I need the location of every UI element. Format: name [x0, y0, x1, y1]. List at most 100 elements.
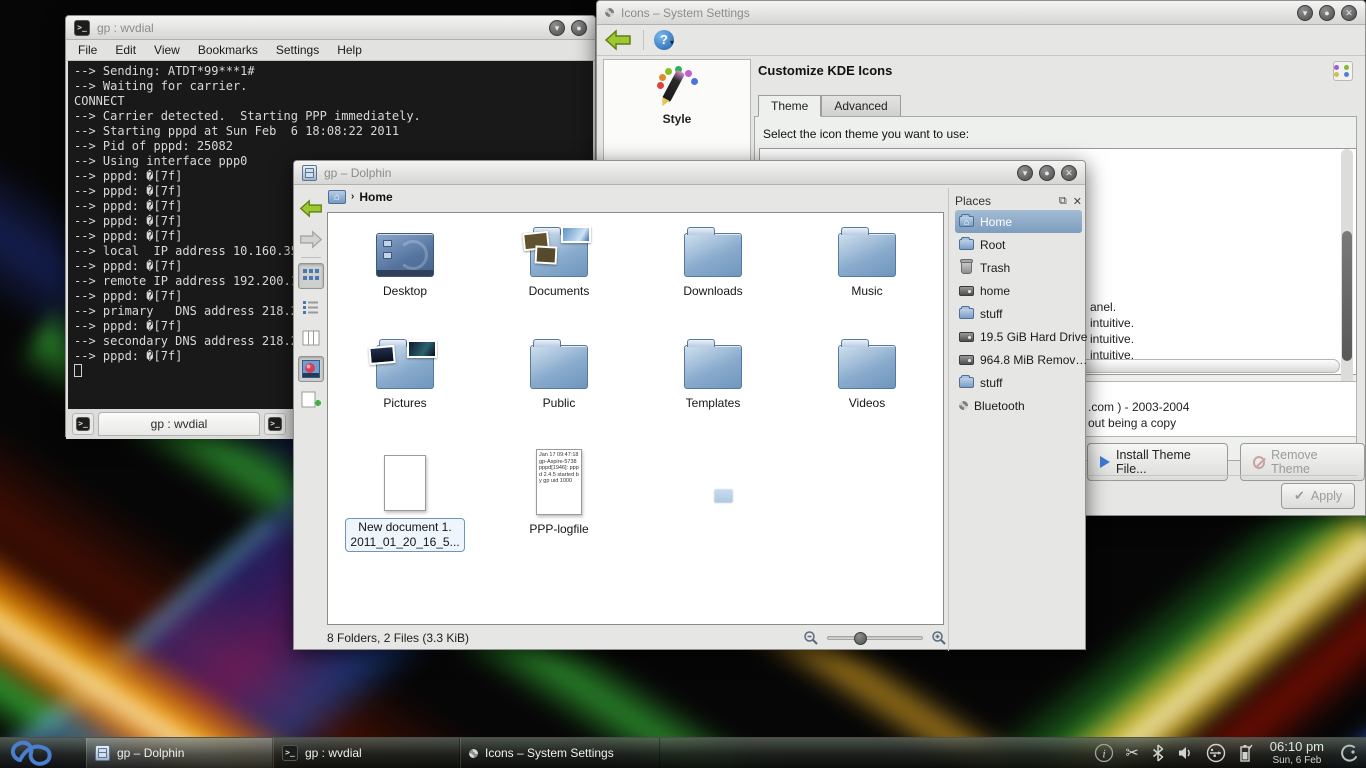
tab-theme[interactable]: Theme [758, 95, 821, 117]
home-folder-icon: ⌂ [959, 216, 974, 227]
menu-settings[interactable]: Settings [276, 43, 319, 57]
split-view-button[interactable] [298, 387, 324, 413]
task-dolphin[interactable]: gp – Dolphin [86, 738, 273, 768]
back-button[interactable] [603, 28, 633, 52]
menu-edit[interactable]: Edit [115, 43, 136, 57]
panel-toolbox[interactable] [1341, 744, 1362, 762]
task-system-settings[interactable]: Icons – System Settings [460, 738, 660, 768]
menu-bookmarks[interactable]: Bookmarks [198, 43, 258, 57]
close-icon[interactable]: ✕ [1341, 5, 1357, 21]
places-item-hard-drive[interactable]: 19.5 GiB Hard Drive [955, 325, 1082, 348]
columns-view-icon [302, 329, 320, 347]
folder-item-public[interactable]: Public [489, 337, 629, 449]
battery-icon[interactable] [1237, 743, 1253, 763]
sidebar-item-style-label: Style [663, 112, 692, 126]
file-item-new-document[interactable]: New document 1. 2011_01_20_16_5... [335, 449, 475, 561]
system-settings-titlebar[interactable]: Icons – System Settings ▾ ● ✕ [597, 1, 1365, 25]
status-text: 8 Folders, 2 Files (3.3 KiB) [327, 631, 469, 645]
dolphin-title: gp – Dolphin [324, 166, 391, 180]
places-item-home[interactable]: ⌂ Home [955, 210, 1082, 233]
terminal-line: --> Sending: ATDT*99***1# [74, 64, 587, 79]
close-panel-icon[interactable]: ✕ [1073, 195, 1082, 208]
minimize-icon[interactable]: ▾ [1297, 5, 1313, 21]
svg-text:i: i [1103, 747, 1106, 761]
places-item-stuff-2[interactable]: stuff [955, 371, 1082, 394]
forward-button[interactable] [298, 226, 324, 252]
tab-advanced[interactable]: Advanced [821, 95, 900, 117]
toolbar-separator [301, 257, 321, 258]
places-panel: Places ⧉ ✕ ⌂ Home Root Trash home [948, 188, 1086, 651]
dolphin-file-view[interactable]: Desktop Documents Downloads Mu [327, 212, 944, 625]
panel-cashew-icon [1341, 744, 1359, 762]
maximize-icon[interactable]: ● [1039, 165, 1055, 181]
zoom-controls [803, 630, 947, 646]
places-item-trash[interactable]: Trash [955, 256, 1082, 279]
terminal-cursor [74, 364, 82, 377]
file-label-selected: New document 1. 2011_01_20_16_5... [345, 518, 464, 552]
usb-device-icon[interactable] [1206, 743, 1226, 763]
apply-button[interactable]: ✔ Apply [1281, 483, 1355, 509]
menu-help[interactable]: Help [337, 43, 362, 57]
terminal-icon: >_ [268, 417, 282, 431]
folder-item-desktop[interactable]: Desktop [335, 225, 475, 337]
sidebar-item-style[interactable]: Style [604, 60, 750, 126]
dolphin-toolbar [296, 195, 326, 413]
maximize-icon[interactable]: ● [571, 20, 587, 36]
folder-item-videos[interactable]: Videos [797, 337, 937, 449]
folder-item-documents[interactable]: Documents [489, 225, 629, 337]
gear-icon [959, 401, 968, 410]
preview-button[interactable] [298, 356, 324, 382]
dolphin-titlebar[interactable]: gp – Dolphin ▾ ● ✕ [294, 161, 1085, 185]
maximize-icon[interactable]: ● [1319, 5, 1335, 21]
float-panel-icon[interactable]: ⧉ [1059, 195, 1067, 208]
minimize-icon[interactable]: ▾ [549, 20, 565, 36]
folder-icon [959, 239, 974, 250]
places-item-stuff[interactable]: stuff [955, 302, 1082, 325]
places-item-removable[interactable]: 964.8 MiB Remov… [955, 348, 1082, 371]
volume-icon[interactable] [1177, 745, 1195, 761]
details-view-button[interactable] [298, 294, 324, 320]
folder-item-pictures[interactable]: Pictures [335, 337, 475, 449]
zoom-slider-track[interactable] [827, 636, 923, 640]
info-icon[interactable]: i [1094, 743, 1114, 763]
folder-item-downloads[interactable]: Downloads [643, 225, 783, 337]
bluetooth-icon[interactable] [1150, 744, 1166, 762]
close-icon[interactable]: ✕ [1061, 165, 1077, 181]
zoom-out-icon[interactable] [803, 630, 819, 646]
system-settings-title: Icons – System Settings [621, 6, 750, 20]
places-item-bluetooth[interactable]: Bluetooth [955, 394, 1082, 417]
folder-label: Documents [529, 284, 590, 298]
terminal-window-buttons: ▾ ● [549, 20, 587, 36]
terminal-tab-2[interactable]: >_ [264, 413, 286, 435]
zoom-slider-handle[interactable] [854, 632, 867, 645]
minimize-icon[interactable]: ▾ [1017, 165, 1033, 181]
places-item-root[interactable]: Root [955, 233, 1082, 256]
breadcrumb-home[interactable]: Home [359, 190, 392, 204]
terminal-line: --> Carrier detected. Starting PPP immed… [74, 109, 587, 124]
back-button[interactable] [298, 195, 324, 221]
folder-item-music[interactable]: Music [797, 225, 937, 337]
columns-view-button[interactable] [298, 325, 324, 351]
menu-view[interactable]: View [154, 43, 180, 57]
task-label: gp – Dolphin [117, 746, 184, 760]
menu-file[interactable]: File [78, 43, 97, 57]
scrollbar-thumb[interactable] [1342, 231, 1352, 361]
help-button[interactable]: ? ▾ [654, 30, 674, 50]
overview-grid-icon[interactable] [1333, 61, 1353, 81]
terminal-tab-active[interactable]: gp : wvdial [98, 412, 260, 436]
task-wvdial[interactable]: >_ gp : wvdial [273, 738, 460, 768]
terminal-icon: >_ [74, 20, 90, 36]
folder-item-templates[interactable]: Templates [643, 337, 783, 449]
zoom-in-icon[interactable] [931, 630, 947, 646]
desktop-folder-decoration [383, 240, 392, 247]
new-tab-button[interactable]: >_ [72, 413, 94, 435]
file-label-line1: New document 1. [358, 520, 451, 534]
klipper-scissors-icon[interactable]: ✂ [1125, 743, 1138, 763]
application-launcher[interactable] [0, 738, 86, 768]
file-item-ppp-logfile[interactable]: Jan 17 09:47:18 gp-Aspire-5738 pppd[1946… [489, 449, 629, 561]
terminal-titlebar[interactable]: >_ gp : wvdial ▾ ● [66, 16, 595, 40]
icons-view-button[interactable] [298, 263, 324, 289]
places-item-home-drive[interactable]: home [955, 279, 1082, 302]
clock[interactable]: 06:10 pm Sun, 6 Feb [1264, 740, 1330, 765]
home-folder-icon[interactable]: ⌂ [328, 190, 346, 204]
